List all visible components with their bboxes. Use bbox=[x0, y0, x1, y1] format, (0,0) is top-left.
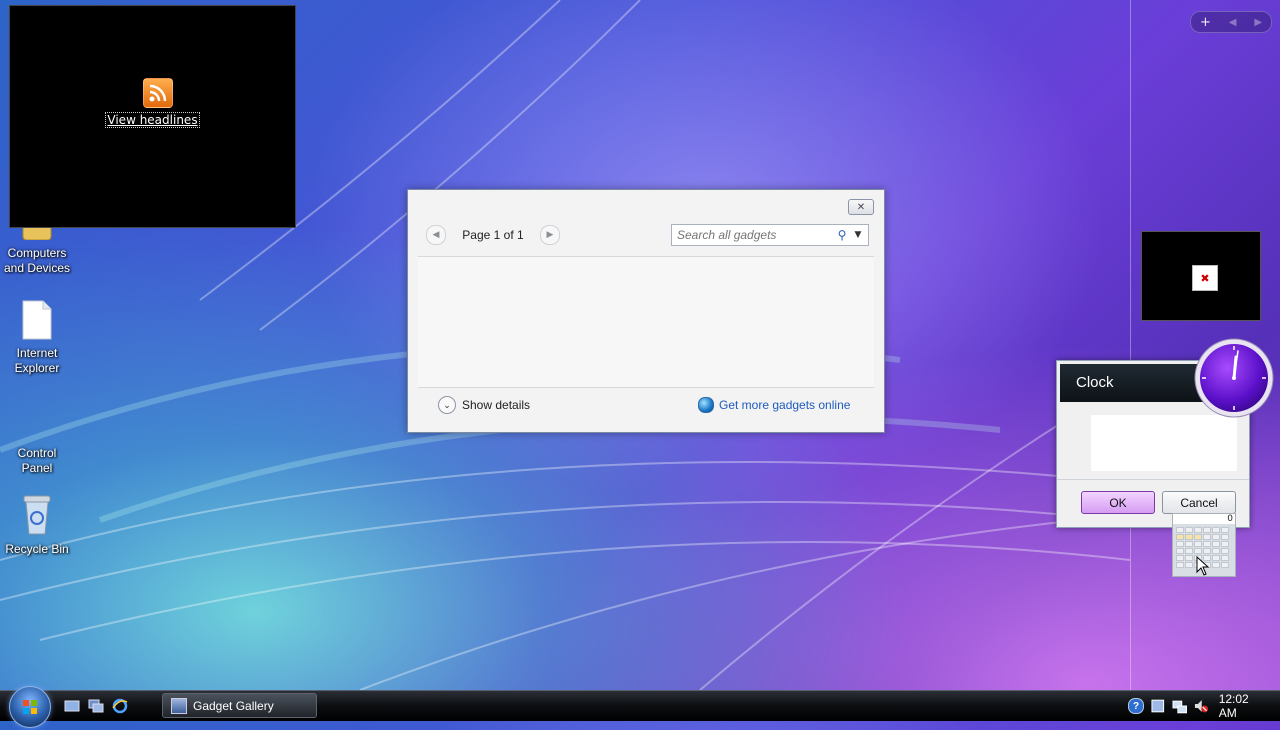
search-icon[interactable]: ⚲ bbox=[834, 228, 850, 242]
expand-chevron-icon: ⌄ bbox=[438, 396, 456, 414]
clock-gadget[interactable] bbox=[1193, 337, 1275, 419]
show-details-label: Show details bbox=[462, 398, 531, 412]
slideshow-gadget: ✖ bbox=[1141, 231, 1261, 321]
clock-settings-area bbox=[1091, 415, 1237, 471]
sidebar-tray-icon[interactable] bbox=[1150, 698, 1166, 714]
help-icon[interactable]: ? bbox=[1128, 698, 1144, 714]
get-more-gadgets-label: Get more gadgets online bbox=[719, 398, 851, 412]
gadget-gallery-icon bbox=[171, 697, 187, 714]
show-desktop-icon[interactable] bbox=[64, 698, 80, 714]
desktop-icon-control-panel[interactable]: Control Panel bbox=[0, 446, 74, 476]
volume-muted-icon[interactable] bbox=[1193, 698, 1209, 714]
network-icon[interactable] bbox=[1172, 698, 1188, 714]
desktop-icon-computers-and-devices[interactable]: Computers and Devices bbox=[0, 221, 74, 276]
sidebar-controls: + ◀ ▶ bbox=[1190, 11, 1272, 33]
show-details-toggle[interactable]: ⌄ Show details bbox=[438, 396, 530, 414]
switch-windows-icon[interactable] bbox=[88, 698, 104, 714]
close-button[interactable]: ✕ bbox=[848, 199, 874, 215]
get-more-gadgets-link[interactable]: Get more gadgets online bbox=[698, 397, 850, 413]
desktop-icon-label: Internet Explorer bbox=[14, 346, 60, 375]
system-tray: ? 12:02 AM bbox=[1128, 692, 1280, 720]
globe-icon bbox=[698, 397, 714, 413]
page-indicator: Page 1 of 1 bbox=[462, 228, 524, 242]
add-gadget-button[interactable]: + bbox=[1200, 15, 1211, 30]
desktop-icon-recycle-bin[interactable]: Recycle Bin bbox=[0, 492, 74, 557]
close-icon: ✕ bbox=[856, 201, 866, 213]
next-page-button[interactable]: ▶ bbox=[1254, 17, 1262, 28]
search-input[interactable] bbox=[672, 227, 834, 243]
view-headlines-link[interactable]: View headlines bbox=[105, 112, 200, 128]
desktop-icon-label: Recycle Bin bbox=[5, 542, 69, 556]
desktop-icon-label: Computers and Devices bbox=[3, 246, 71, 275]
gadget-gallery-window: ✕ ◀ Page 1 of 1 ▶ ⚲ ▼ ⌄ Show details Get… bbox=[407, 189, 885, 433]
feed-headlines-gadget: View headlines bbox=[9, 5, 296, 228]
start-button[interactable] bbox=[9, 686, 51, 728]
divider bbox=[1057, 479, 1249, 480]
internet-explorer-icon[interactable] bbox=[112, 698, 128, 714]
dialog-title: Clock bbox=[1076, 374, 1114, 391]
previous-page-button[interactable]: ◀ bbox=[1229, 17, 1237, 28]
mouse-cursor-icon bbox=[1196, 556, 1210, 576]
gadget-list-area bbox=[418, 256, 874, 388]
chevron-down-icon[interactable]: ▼ bbox=[850, 230, 866, 240]
next-page-arrow-icon[interactable]: ▶ bbox=[539, 225, 560, 245]
broken-image-icon: ✖ bbox=[1192, 265, 1218, 291]
blank-file-icon bbox=[22, 300, 52, 340]
search-box: ⚲ ▼ bbox=[671, 224, 869, 246]
rss-feed-icon bbox=[143, 78, 173, 108]
system-clock[interactable]: 12:02 AM bbox=[1219, 692, 1268, 720]
desktop-icon-internet-explorer[interactable]: Internet Explorer bbox=[0, 300, 74, 376]
pager: ◀ Page 1 of 1 ▶ bbox=[426, 224, 560, 246]
taskbar: Gadget Gallery ? 12:02 AM bbox=[0, 686, 1280, 728]
sidebar-divider bbox=[1130, 0, 1131, 690]
cancel-button[interactable]: Cancel bbox=[1162, 491, 1236, 514]
calculator-display: 0 bbox=[1173, 514, 1235, 524]
previous-page-arrow-icon[interactable]: ◀ bbox=[426, 225, 446, 245]
windows-logo-icon bbox=[23, 700, 37, 714]
recycle-bin-icon bbox=[23, 495, 51, 535]
desktop-icon-label: Control Panel bbox=[17, 446, 57, 475]
taskbar-button-gadget-gallery[interactable]: Gadget Gallery bbox=[162, 693, 317, 718]
ok-button[interactable]: OK bbox=[1081, 491, 1155, 514]
taskbar-button-label: Gadget Gallery bbox=[193, 698, 274, 713]
